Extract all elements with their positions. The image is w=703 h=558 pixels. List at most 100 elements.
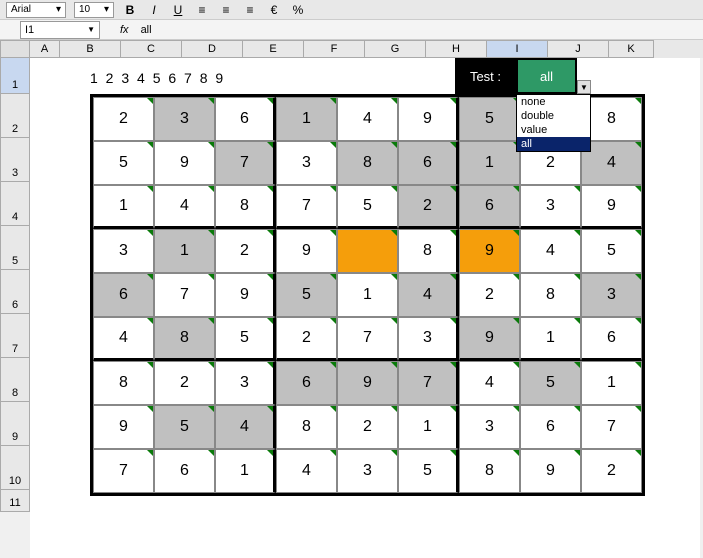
sudoku-cell[interactable]: 8 bbox=[215, 185, 276, 229]
sudoku-cell[interactable]: 2 bbox=[581, 449, 642, 493]
col-header[interactable]: G bbox=[365, 40, 426, 58]
row-header[interactable]: 6 bbox=[0, 270, 30, 314]
sudoku-cell[interactable]: 4 bbox=[398, 273, 459, 317]
sudoku-cell[interactable]: 2 bbox=[93, 97, 154, 141]
dropdown-option[interactable]: all bbox=[517, 137, 590, 151]
sudoku-cell[interactable]: 9 bbox=[520, 449, 581, 493]
formula-value[interactable]: all bbox=[141, 24, 152, 36]
col-header[interactable]: H bbox=[426, 40, 487, 58]
sudoku-cell[interactable]: 8 bbox=[154, 317, 215, 361]
sudoku-cell[interactable]: 1 bbox=[581, 361, 642, 405]
sudoku-cell[interactable]: 9 bbox=[215, 273, 276, 317]
underline-icon[interactable]: U bbox=[170, 2, 186, 18]
bold-icon[interactable]: B bbox=[122, 2, 138, 18]
sudoku-cell[interactable]: 5 bbox=[337, 185, 398, 229]
font-name-box[interactable]: Arial▾ bbox=[6, 2, 66, 18]
sudoku-cell[interactable]: 9 bbox=[581, 185, 642, 229]
sudoku-cell[interactable]: 7 bbox=[93, 449, 154, 493]
sudoku-cell[interactable]: 4 bbox=[215, 405, 276, 449]
sudoku-cell[interactable]: 7 bbox=[581, 405, 642, 449]
sudoku-cell[interactable]: 1 bbox=[215, 449, 276, 493]
validation-cell[interactable]: all bbox=[516, 58, 577, 94]
row-header[interactable]: 7 bbox=[0, 314, 30, 358]
sudoku-cell[interactable]: 6 bbox=[276, 361, 337, 405]
sudoku-cell[interactable]: 5 bbox=[581, 229, 642, 273]
sudoku-cell[interactable]: 5 bbox=[276, 273, 337, 317]
sudoku-cell[interactable]: 2 bbox=[215, 229, 276, 273]
sudoku-cell[interactable]: 2 bbox=[154, 361, 215, 405]
sudoku-cell[interactable]: 9 bbox=[276, 229, 337, 273]
row-header[interactable]: 3 bbox=[0, 138, 30, 182]
sudoku-cell[interactable]: 9 bbox=[154, 141, 215, 185]
row-header[interactable]: 11 bbox=[0, 490, 30, 512]
sudoku-cell[interactable]: 3 bbox=[459, 405, 520, 449]
sudoku-cell[interactable]: 9 bbox=[337, 361, 398, 405]
font-size-box[interactable]: 10▾ bbox=[74, 2, 114, 18]
row-header[interactable]: 5 bbox=[0, 226, 30, 270]
row-header[interactable]: 9 bbox=[0, 402, 30, 446]
sudoku-cell[interactable]: 8 bbox=[520, 273, 581, 317]
sudoku-cell[interactable]: 8 bbox=[93, 361, 154, 405]
sudoku-cell[interactable]: 5 bbox=[459, 97, 520, 141]
sudoku-cell[interactable]: 3 bbox=[520, 185, 581, 229]
sudoku-cell[interactable]: 1 bbox=[398, 405, 459, 449]
sudoku-cell[interactable] bbox=[337, 229, 398, 273]
sudoku-cell[interactable]: 7 bbox=[215, 141, 276, 185]
col-header[interactable]: A bbox=[30, 40, 60, 58]
sudoku-cell[interactable]: 5 bbox=[398, 449, 459, 493]
sudoku-cell[interactable]: 5 bbox=[215, 317, 276, 361]
row-header[interactable]: 8 bbox=[0, 358, 30, 402]
sudoku-cell[interactable]: 7 bbox=[276, 185, 337, 229]
fx-label[interactable]: fx bbox=[120, 24, 129, 36]
align-right-icon[interactable]: ≡ bbox=[242, 2, 258, 18]
percent-icon[interactable]: % bbox=[290, 2, 306, 18]
sudoku-cell[interactable]: 6 bbox=[215, 97, 276, 141]
sudoku-cell[interactable]: 4 bbox=[520, 229, 581, 273]
sudoku-cell[interactable]: 3 bbox=[581, 273, 642, 317]
sudoku-cell[interactable]: 1 bbox=[337, 273, 398, 317]
sudoku-cell[interactable]: 4 bbox=[337, 97, 398, 141]
row-header[interactable]: 4 bbox=[0, 182, 30, 226]
sudoku-cell[interactable]: 4 bbox=[93, 317, 154, 361]
sudoku-cell[interactable]: 4 bbox=[276, 449, 337, 493]
sudoku-cell[interactable]: 3 bbox=[276, 141, 337, 185]
sudoku-cell[interactable]: 3 bbox=[398, 317, 459, 361]
sudoku-cell[interactable]: 8 bbox=[337, 141, 398, 185]
sudoku-cell[interactable]: 1 bbox=[459, 141, 520, 185]
sudoku-cell[interactable]: 6 bbox=[398, 141, 459, 185]
sudoku-cell[interactable]: 9 bbox=[398, 97, 459, 141]
dropdown-option[interactable]: none bbox=[517, 95, 590, 109]
sudoku-cell[interactable]: 6 bbox=[154, 449, 215, 493]
currency-icon[interactable]: € bbox=[266, 2, 282, 18]
row-header[interactable]: 2 bbox=[0, 94, 30, 138]
sudoku-cell[interactable]: 3 bbox=[93, 229, 154, 273]
cell-area[interactable]: 1 2 3 4 5 6 7 8 9 Test : all ▼ none doub… bbox=[30, 58, 700, 558]
sudoku-cell[interactable]: 5 bbox=[93, 141, 154, 185]
sudoku-cell[interactable]: 3 bbox=[215, 361, 276, 405]
dropdown-arrow-icon[interactable]: ▼ bbox=[577, 80, 591, 94]
name-box[interactable]: I1 ▼ bbox=[20, 21, 100, 39]
sudoku-cell[interactable]: 9 bbox=[459, 229, 520, 273]
sudoku-cell[interactable]: 7 bbox=[154, 273, 215, 317]
sudoku-cell[interactable]: 2 bbox=[276, 317, 337, 361]
sudoku-cell[interactable]: 3 bbox=[337, 449, 398, 493]
sudoku-cell[interactable]: 6 bbox=[459, 185, 520, 229]
sudoku-cell[interactable]: 1 bbox=[276, 97, 337, 141]
sudoku-cell[interactable]: 4 bbox=[459, 361, 520, 405]
validation-dropdown[interactable]: none double value all bbox=[516, 94, 591, 152]
sudoku-cell[interactable]: 2 bbox=[459, 273, 520, 317]
sudoku-cell[interactable]: 4 bbox=[154, 185, 215, 229]
align-center-icon[interactable]: ≡ bbox=[218, 2, 234, 18]
sudoku-cell[interactable]: 9 bbox=[93, 405, 154, 449]
col-header[interactable]: J bbox=[548, 40, 609, 58]
col-header[interactable]: K bbox=[609, 40, 654, 58]
select-all-corner[interactable] bbox=[0, 40, 30, 58]
sudoku-cell[interactable]: 6 bbox=[520, 405, 581, 449]
align-left-icon[interactable]: ≡ bbox=[194, 2, 210, 18]
sudoku-cell[interactable]: 1 bbox=[93, 185, 154, 229]
col-header[interactable]: E bbox=[243, 40, 304, 58]
sudoku-cell[interactable]: 9 bbox=[459, 317, 520, 361]
row-header[interactable]: 1 bbox=[0, 58, 30, 94]
sudoku-cell[interactable]: 5 bbox=[154, 405, 215, 449]
sudoku-cell[interactable]: 5 bbox=[520, 361, 581, 405]
